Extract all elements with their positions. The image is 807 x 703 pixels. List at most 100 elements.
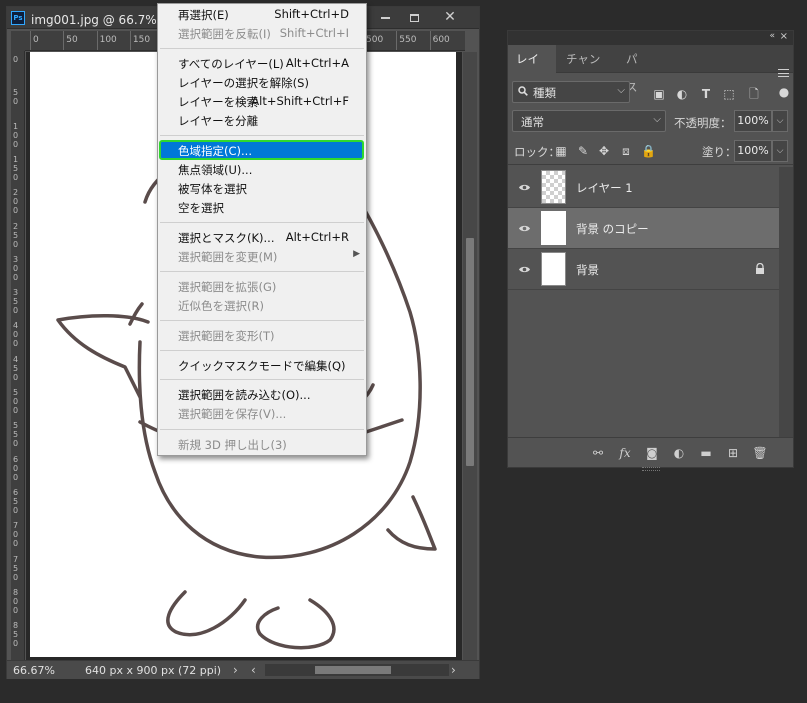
layers-panel: « × レイヤー チャンネル パス 種類 ⌵ ▣ ◐ T ⬚ 🗋 ● 通常 ⌵ … <box>507 30 794 471</box>
menu-item[interactable]: 選択範囲を変更(M) ▶ <box>158 247 366 266</box>
vertical-scroll-thumb[interactable] <box>466 238 474 466</box>
lock-position-icon[interactable]: ✥ <box>597 144 611 158</box>
filter-kind-label: 種類 <box>533 86 556 100</box>
opacity-dropdown-icon[interactable]: ⌵ <box>772 110 788 132</box>
menu-item[interactable]: 被写体を選択 <box>158 179 366 198</box>
layer-list-scrollbar[interactable] <box>779 167 793 437</box>
lock-all-icon[interactable]: 🔒 <box>641 144 656 158</box>
layer-name[interactable]: 背景 のコピー <box>576 221 649 237</box>
layer-row-selected[interactable]: 背景 のコピー <box>508 208 780 249</box>
fill-dropdown-icon[interactable]: ⌵ <box>772 140 788 162</box>
layer-row[interactable]: 背景 <box>508 249 780 290</box>
menu-item-label: 被写体を選択 <box>178 182 247 196</box>
vertical-scrollbar[interactable] <box>463 52 477 660</box>
ruler-tick <box>63 31 65 50</box>
lock-transparent-icon[interactable]: ▦ <box>554 144 568 158</box>
ruler-vertical[interactable]: 0 50 100 150 200 250 300 350 400 450 500 550 600 650 7… <box>11 51 25 663</box>
panel-resize-grip[interactable] <box>642 467 660 471</box>
menu-item[interactable]: 選択範囲を拡張(G) <box>158 277 366 296</box>
menu-item[interactable]: 選択とマスク(K)... Alt+Ctrl+R <box>158 228 366 247</box>
tab-layers[interactable]: レイヤー <box>508 45 556 94</box>
new-layer-icon[interactable]: ⊞ <box>725 446 741 460</box>
menu-item[interactable]: 選択範囲を反転(I) Shift+Ctrl+I <box>158 24 366 43</box>
menu-item[interactable]: 近似色を選択(R) <box>158 296 366 315</box>
menu-item[interactable]: 選択範囲を読み込む(O)... <box>158 385 366 404</box>
layer-thumbnail[interactable] <box>541 170 566 204</box>
adjustment-filter-icon[interactable]: ◐ <box>674 86 690 102</box>
fill-input[interactable]: 100% <box>734 140 772 162</box>
menu-item[interactable]: レイヤーの選択を解除(S) <box>158 73 366 92</box>
image-filter-icon[interactable]: ▣ <box>651 86 667 102</box>
menu-item[interactable]: 空を選択 <box>158 198 366 217</box>
close-button[interactable]: ✕ <box>437 8 463 26</box>
layer-thumbnail[interactable] <box>541 252 566 286</box>
layer-name[interactable]: レイヤー 1 <box>576 180 633 196</box>
horizontal-scrollbar[interactable] <box>265 664 449 676</box>
menu-item[interactable]: クイックマスクモードで編集(Q) <box>158 356 366 375</box>
menu-item-label: レイヤーを検索 <box>178 95 259 109</box>
eye-icon[interactable] <box>518 222 531 235</box>
horizontal-scroll-thumb[interactable] <box>315 666 391 674</box>
ruler-label: 100 <box>99 35 117 45</box>
tab-channels[interactable]: チャンネル <box>558 45 618 94</box>
menu-item[interactable]: 色域指定(C)... <box>159 140 364 160</box>
ruler-label: 650 <box>13 487 19 515</box>
ruler-label: 350 <box>13 288 19 316</box>
link-icon[interactable]: ⚯ <box>590 446 606 460</box>
scroll-right-icon[interactable]: › <box>451 663 456 677</box>
adjustment-icon[interactable]: ◐ <box>671 446 687 460</box>
ruler-label: 0 <box>13 55 19 64</box>
menu-item[interactable]: 焦点領域(U)... <box>158 160 366 179</box>
photoshop-app-icon: Ps <box>11 11 25 25</box>
fx-icon[interactable]: fx <box>617 446 633 460</box>
menu-item[interactable]: レイヤーを検索 Alt+Shift+Ctrl+F <box>158 92 366 111</box>
ruler-corner[interactable] <box>11 31 25 51</box>
minimize-button[interactable] <box>372 8 398 26</box>
folder-icon[interactable]: ▬ <box>698 446 714 460</box>
menu-item-label: 空を選択 <box>178 201 224 215</box>
blend-mode-select[interactable]: 通常 ⌵ <box>512 110 666 132</box>
maximize-button[interactable] <box>401 8 427 26</box>
tab-paths[interactable]: パス <box>618 45 650 94</box>
menu-item-label: 選択範囲を変更(M) <box>178 250 278 264</box>
menu-item[interactable]: 新規 3D 押し出し(3) <box>158 435 366 454</box>
status-menu-arrow-icon[interactable]: › <box>233 663 238 677</box>
ruler-tick <box>30 31 31 50</box>
document-title: img001.jpg @ 66.7% (背 <box>31 13 178 27</box>
menu-item[interactable]: 選択範囲を保存(V)... <box>158 404 366 423</box>
menu-item[interactable]: すべてのレイヤー(L) Alt+Ctrl+A <box>158 54 366 73</box>
ruler-label: 500 <box>13 388 19 415</box>
menu-item[interactable]: レイヤーを分離 <box>158 111 366 130</box>
menu-item[interactable]: 選択範囲を変形(T) <box>158 326 366 345</box>
layer-row[interactable]: レイヤー 1 <box>508 167 780 208</box>
opacity-input[interactable]: 100% <box>734 110 772 132</box>
menu-separator <box>160 222 364 223</box>
collapse-panel-icon[interactable]: « <box>769 31 775 41</box>
lock-brush-icon[interactable]: ✎ <box>576 144 590 158</box>
close-panel-icon[interactable]: × <box>780 31 788 42</box>
shape-filter-icon[interactable]: ⬚ <box>721 86 737 102</box>
ruler-tick <box>129 31 131 50</box>
lock-icon[interactable] <box>754 263 766 275</box>
panel-header[interactable]: « × <box>508 31 793 45</box>
layer-name[interactable]: 背景 <box>576 262 599 278</box>
chevron-down-icon: ⌵ <box>653 114 661 125</box>
zoom-level[interactable]: 66.67% <box>13 664 55 677</box>
filter-kind-select[interactable]: 種類 ⌵ <box>512 81 630 103</box>
ruler-label: 750 <box>13 554 19 582</box>
layer-thumbnail[interactable] <box>541 211 566 245</box>
fill-label: 塗り： <box>702 145 737 159</box>
layers-bottom-bar: ⚯ fx ◙ ◐ ▬ ⊞ 🗑 <box>508 437 793 471</box>
mask-icon[interactable]: ◙ <box>644 446 660 460</box>
blend-mode-value: 通常 <box>521 115 544 129</box>
type-filter-icon[interactable]: T <box>698 86 714 102</box>
filter-toggle-icon[interactable]: ● <box>776 84 792 100</box>
smart-object-filter-icon[interactable]: 🗋 <box>746 86 762 102</box>
panel-menu-icon[interactable] <box>778 69 789 77</box>
scroll-left-icon[interactable]: ‹ <box>251 663 256 677</box>
eye-icon[interactable] <box>518 263 531 276</box>
eye-icon[interactable] <box>518 181 531 194</box>
lock-artboard-icon[interactable]: ⧈ <box>619 144 633 158</box>
menu-item[interactable]: 再選択(E) Shift+Ctrl+D <box>158 5 366 24</box>
trash-icon[interactable]: 🗑 <box>752 446 768 460</box>
